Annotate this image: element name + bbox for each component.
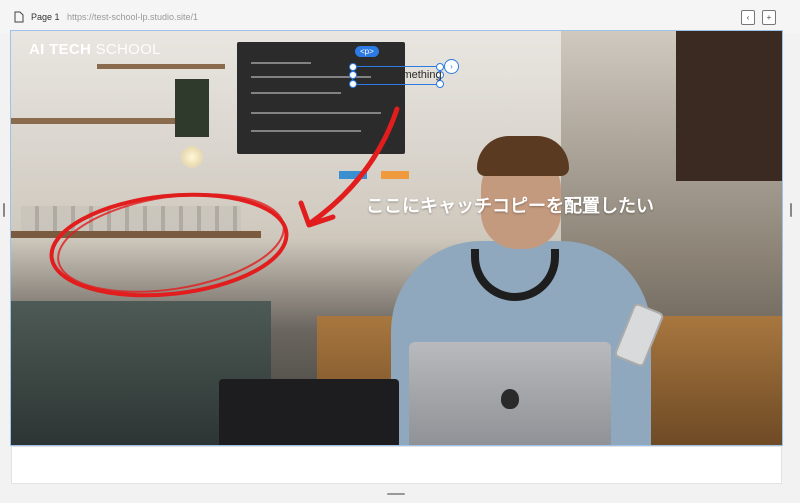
photo-menu-board — [237, 42, 405, 154]
annotation-arrow-head — [298, 200, 336, 228]
photo-dark-panel — [676, 31, 782, 181]
logo-light-text: SCHOOL — [95, 41, 161, 58]
bottom-resize-handle[interactable] — [387, 493, 405, 495]
photo-jars — [21, 206, 241, 231]
catch-copy-text[interactable]: ここにキャッチコピーを配置したい — [366, 192, 654, 218]
resize-handle[interactable] — [349, 80, 357, 88]
annotation-circle — [49, 192, 289, 298]
resize-handle[interactable] — [349, 71, 357, 79]
photo-sign — [175, 79, 209, 137]
resize-handle[interactable] — [349, 63, 357, 71]
right-resize-handle[interactable] — [790, 203, 792, 217]
annotation-circle-stroke — [57, 193, 285, 293]
page-url[interactable]: https://test-school-lp.studio.site/1 — [67, 12, 198, 22]
page-icon — [14, 11, 24, 23]
left-resize-handle[interactable] — [3, 203, 5, 217]
photo-menu-tags — [339, 171, 409, 179]
element-tag-badge[interactable]: <p> — [355, 46, 379, 57]
photo-lamp — [181, 146, 203, 168]
photo-laptop-logo — [501, 389, 519, 409]
next-section[interactable] — [11, 446, 782, 484]
page-label[interactable]: Page 1 — [31, 12, 60, 22]
editor-top-bar: Page 1 https://test-school-lp.studio.sit… — [0, 0, 800, 33]
site-logo[interactable]: AI TECH SCHOOL — [29, 41, 161, 58]
photo-laptop — [219, 379, 399, 445]
chevron-right-icon[interactable]: › — [444, 59, 459, 74]
logo-bold-text: AI TECH — [29, 41, 92, 58]
photo-shelf — [97, 64, 225, 69]
page-back-icon[interactable]: ‹ — [741, 10, 755, 25]
photo-shelf — [11, 118, 191, 124]
hero-section[interactable]: AI TECH SCHOOL <p> Something › ここにキャッチコピ… — [10, 30, 783, 446]
photo-person-hair — [477, 136, 569, 176]
selected-element-text[interactable]: Something — [389, 69, 442, 81]
photo-shelf — [11, 231, 261, 238]
add-page-icon[interactable]: + — [762, 10, 776, 25]
resize-handle[interactable] — [436, 80, 444, 88]
